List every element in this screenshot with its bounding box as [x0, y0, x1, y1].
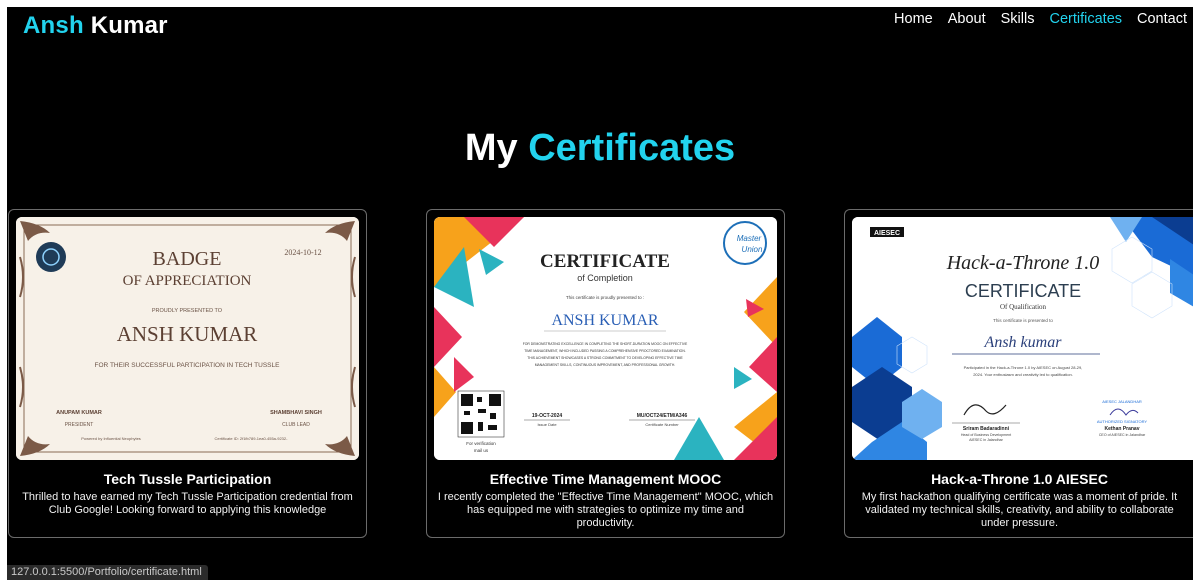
certificate-card[interactable]: 2024-10-12 BADGE OF APPRECIATION PROUDLY… — [8, 209, 367, 538]
cert2-verify2: mail us — [474, 448, 489, 453]
qr-code-icon — [457, 390, 505, 438]
cert2-cert-no: MU/OCT24/ETM/A346 — [637, 413, 688, 419]
nav-home[interactable]: Home — [894, 11, 933, 27]
page: Ansh Kumar Home About Skills Certificate… — [7, 7, 1193, 580]
cert1-name: ANSH KUMAR — [117, 322, 258, 346]
cert2-verify1: For verification — [466, 441, 496, 446]
cert2-body2: TIME MANAGEMENT, WHICH INCLUDED PASSING … — [524, 349, 686, 353]
cert1-date: 2024-10-12 — [284, 248, 321, 257]
cert1-footer-right: Certificate ID: 2f1fb789-1ea0-455a-9232- — [215, 436, 289, 441]
cert2-name: ANSH KUMAR — [551, 312, 658, 329]
certificate-card[interactable]: AIESEC Hack-a-Throne 1.0 CERTIFICATE Of … — [844, 209, 1193, 538]
main-nav: Home About Skills Certificates Contact — [894, 11, 1187, 27]
cert1-sig1-name: ANUPAM KUMAR — [56, 410, 102, 416]
cert1-presented: PROUDLY PRESENTED TO — [152, 308, 223, 314]
nav-about[interactable]: About — [948, 11, 986, 27]
page-title: My Certificates — [7, 127, 1193, 170]
certificate-image[interactable]: Master Union CERTIFICATE of Completion T… — [434, 217, 777, 460]
card-description: I recently completed the "Effective Time… — [437, 491, 774, 529]
club-logo-icon — [36, 242, 66, 272]
cert3-sig2-auth: AUTHORIZED SIGNATORY — [1097, 419, 1148, 424]
cert3-sig2-org: AIESEC JALANDHAR — [1102, 399, 1142, 404]
card-title: Hack-a-Throne 1.0 AIESEC — [931, 471, 1108, 487]
badge-certificate-graphic: 2024-10-12 BADGE OF APPRECIATION PROUDLY… — [16, 217, 359, 460]
cert2-presented: This certificate is proudly presented to… — [566, 295, 644, 300]
logo-first-name: Ansh — [23, 12, 84, 39]
cert1-line2: OF APPRECIATION — [123, 273, 252, 289]
cert3-sig1-role2: AIESEC in Jalandhar — [969, 438, 1004, 442]
cert3-sig1-name: Sriram Badaradinni — [963, 426, 1010, 432]
cert2-issue-label: Issue Date — [537, 422, 557, 427]
cert2-logo1: Master — [737, 234, 762, 243]
cert3-cert: CERTIFICATE — [965, 281, 1081, 301]
cert2-body4: MANAGEMENT SKILLS, CONTINUOUS IMPROVEMEN… — [535, 363, 676, 367]
site-logo[interactable]: Ansh Kumar — [23, 12, 168, 40]
cert3-title: Hack-a-Throne 1.0 — [946, 252, 1100, 274]
certificate-image[interactable]: 2024-10-12 BADGE OF APPRECIATION PROUDLY… — [16, 217, 359, 460]
cert3-brand: AIESEC — [874, 230, 900, 237]
card-description: My first hackathon qualifying certificat… — [861, 491, 1178, 529]
cert3-sub: Of Qualification — [1000, 303, 1047, 311]
cert1-footer-left: Powered by Influential Neophytes — [81, 436, 141, 441]
cert3-body1: Participated in the Hack-a-Throne 1.0 by… — [964, 365, 1083, 370]
cert2-sub: of Completion — [577, 273, 633, 283]
cert2-body3: THIS ACHIEVEMENT SHOWCASES A STRONG COMM… — [527, 356, 683, 360]
cert1-reason: FOR THEIR SUCCESSFUL PARTICIPATION IN TE… — [95, 362, 281, 369]
certificate-card[interactable]: Master Union CERTIFICATE of Completion T… — [426, 209, 785, 538]
cert3-name: Ansh kumar — [984, 334, 1063, 351]
cert3-presented: This certificate is presented to — [993, 318, 1053, 323]
certificate-image[interactable]: AIESEC Hack-a-Throne 1.0 CERTIFICATE Of … — [852, 217, 1193, 460]
nav-skills[interactable]: Skills — [1001, 11, 1035, 27]
cert3-sig2-name: Kethan Pranav — [1104, 426, 1139, 432]
qualification-certificate-graphic: AIESEC Hack-a-Throne 1.0 CERTIFICATE Of … — [852, 217, 1193, 460]
cert3-sig2-role: CEO of AIESEC in Jalandhar — [1099, 433, 1146, 437]
card-description: Thrilled to have earned my Tech Tussle P… — [22, 491, 353, 516]
completion-certificate-graphic: Master Union CERTIFICATE of Completion T… — [434, 217, 777, 460]
logo-last-name: Kumar — [90, 12, 168, 39]
nav-contact[interactable]: Contact — [1137, 11, 1187, 27]
cert2-logo2: Union — [742, 245, 763, 254]
nav-certificates[interactable]: Certificates — [1049, 11, 1122, 27]
browser-status-bar: 127.0.0.1:5500/Portfolio/certificate.htm… — [7, 565, 208, 580]
cert1-sig2-name: SHAMBHAVI SINGH — [270, 410, 322, 416]
cert2-body1: FOR DEMONSTRATING EXCELLENCE IN COMPLETI… — [523, 342, 688, 346]
cert1-sig1-role: PRESIDENT — [65, 422, 94, 428]
cert1-sig2-role: CLUB LEAD — [282, 422, 310, 428]
card-title: Effective Time Management MOOC — [489, 471, 722, 487]
cert2-issue-date: 19-OCT-2024 — [532, 413, 563, 419]
cert2-cert-no-label: Certificate Number — [645, 422, 679, 427]
cert1-line1: BADGE — [153, 248, 222, 270]
card-title: Tech Tussle Participation — [103, 471, 272, 487]
cert3-body2: 2024. Your enthusiasm and creativity led… — [973, 372, 1073, 377]
cert3-sig1-role1: Head of Business Development — [961, 433, 1011, 437]
cert2-title: CERTIFICATE — [540, 251, 670, 272]
page-title-first: My — [464, 127, 518, 169]
page-title-accent: Certificates — [528, 127, 736, 169]
